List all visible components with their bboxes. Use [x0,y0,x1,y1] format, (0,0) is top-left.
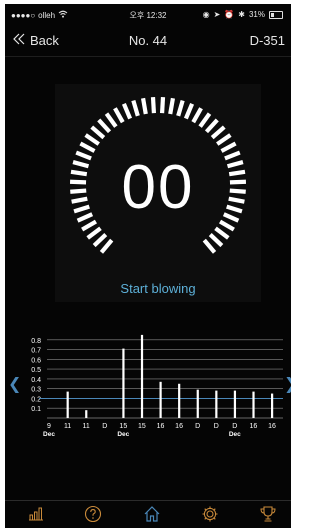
x-tick-label: 16 [268,423,276,430]
home-icon [143,505,161,528]
x-tick-label: 15 [119,423,127,430]
gauge-tick [79,141,96,153]
gauge-tick [104,112,118,128]
chart-bar [233,390,237,418]
y-tick-label: 0.1 [31,406,41,413]
gauge-tick [176,99,185,117]
y-tick-label: 0.3 [31,387,41,394]
x-tick-label: 15 [138,423,146,430]
gauge-tick [159,97,166,114]
x-tick-label: 11 [64,423,71,430]
x-tick-label: 16 [175,423,183,430]
x-tick-sublabel: Dec [229,431,241,438]
gauge-tick [97,118,112,134]
gauge-tick [84,133,100,146]
app-screen: ●●●●○ olleh 오후 12:32 ◉ ➤ ⏰ ✱ 31% Back No… [5,4,291,528]
y-tick-label: 0.2 [31,396,41,403]
x-tick-label: D [102,423,107,430]
y-tick-label: 0.7 [31,348,41,355]
chart-prev-arrow[interactable]: ❮ [8,374,21,394]
tab-bar [5,500,291,528]
gauge-tick [86,226,102,240]
gauge-tick [208,233,224,248]
gear-icon [201,505,219,528]
gauge-tick [210,125,226,140]
gauge-tick [183,103,195,120]
chart-bar [215,390,218,418]
rotation-lock-icon: ◉ [202,10,210,19]
battery-percent: 31% [248,10,265,19]
x-tick-label: 11 [83,423,90,430]
gauge-tick [168,97,175,115]
chart-bar [252,391,255,418]
status-bar: ●●●●○ olleh 오후 12:32 ◉ ➤ ⏰ ✱ 31% [5,4,291,26]
trophy-icon [259,505,277,528]
history-chart: 0.80.70.60.50.40.30.20.19Dec11 11 D 15Dec15… [31,334,283,438]
gauge-tick [92,233,108,248]
gauge-tick [90,125,106,140]
bluetooth-icon: ✱ [238,10,245,19]
nav-bar: Back No. 44 D-351 [5,26,291,56]
page-title: No. 44 [128,33,168,48]
device-id: D-351 [249,33,285,48]
gauge-tick [141,97,148,115]
x-tick-label: 16 [250,423,258,430]
chart-bar [122,348,125,418]
tab-home[interactable] [138,505,166,527]
tab-settings[interactable] [196,505,224,527]
gauge-tick [99,238,114,254]
bar-chart-icon [28,507,44,526]
chart-bar [85,410,88,418]
gauge-tick [214,226,230,240]
battery-icon [269,10,283,19]
tab-ranking[interactable] [254,505,282,527]
gauge-tick [150,97,157,114]
tab-help[interactable] [79,505,107,527]
gauge-panel: 00 Start blowing [55,84,261,302]
gauge-tick [191,107,203,124]
question-icon [84,505,102,528]
gauge-tick [131,99,140,117]
y-tick-label: 0.8 [31,338,41,345]
chart-bar [178,383,181,418]
chart-next-arrow[interactable]: ❯ [284,374,291,394]
x-tick-label: 16 [157,423,165,430]
chart-bar [270,393,274,418]
x-tick-label: D [195,423,200,430]
gauge-tick [202,238,217,254]
status-right: ◉ ➤ ⏰ ✱ 31% [203,10,283,19]
gauge-tick [121,103,133,120]
x-tick-sublabel: Dec [43,431,55,438]
tab-stats[interactable] [22,505,50,527]
chart-bar [196,389,199,418]
gauge-tick [216,133,232,146]
chart-bar [140,334,144,418]
gauge-value: 00 [121,153,195,222]
chart-bar [159,381,162,418]
y-tick-label: 0.5 [31,367,41,374]
x-tick-label: 9 [47,423,51,430]
y-tick-label: 0.4 [31,377,41,384]
nav-divider [5,56,291,57]
x-tick-label: D [214,423,219,430]
gauge-tick [113,107,125,124]
location-icon: ➤ [213,10,221,19]
start-blowing-text: Start blowing [120,281,196,296]
gauge-tick [204,118,219,134]
x-tick-label: D [232,423,237,430]
gauge-tick [220,141,237,153]
x-tick-sublabel: Dec [117,431,129,438]
alarm-icon: ⏰ [224,10,235,19]
y-tick-label: 0.6 [31,357,41,364]
chart-bar [66,391,69,418]
gauge-tick [198,112,212,128]
